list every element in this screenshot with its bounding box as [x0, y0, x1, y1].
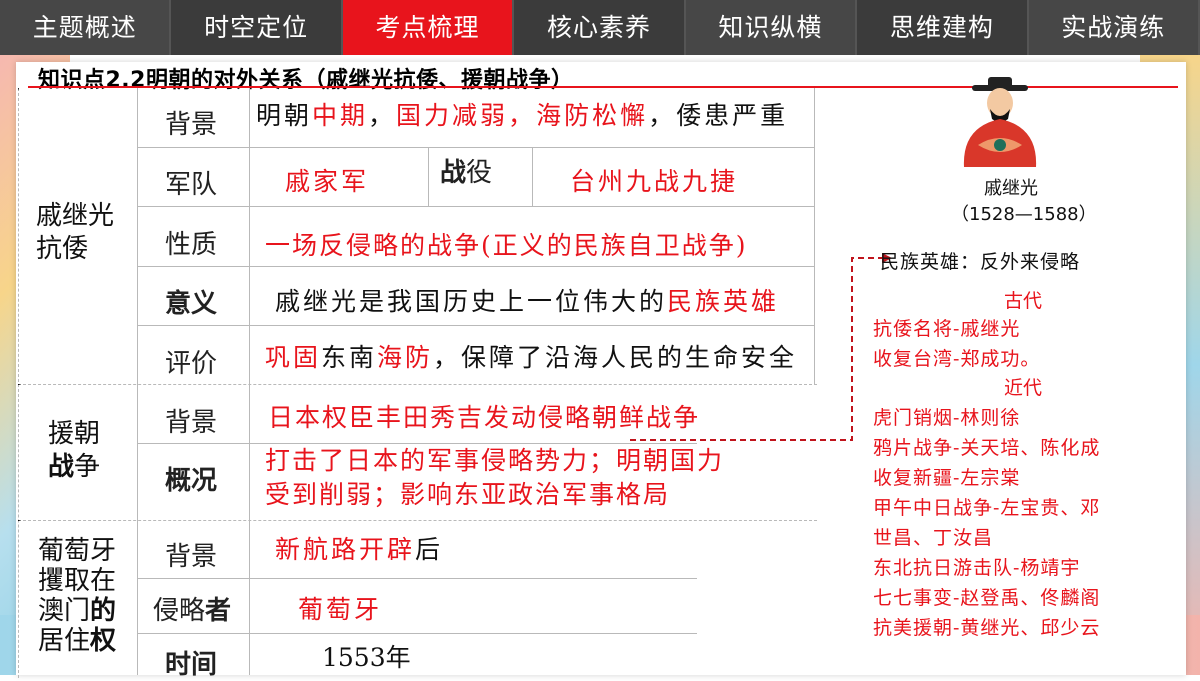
- text-segment: 居住: [38, 626, 91, 656]
- label-evaluation: 评价: [165, 349, 218, 379]
- hero-item: 鸦片战争-关天培、陈化成: [873, 437, 1101, 459]
- table-divider: [137, 88, 138, 675]
- text-segment: 巩固: [265, 343, 322, 372]
- label-nature: 性质: [165, 230, 218, 260]
- text-segment: 者: [205, 596, 232, 626]
- text-segment: 澳门: [38, 596, 91, 626]
- value-army: 戚家军: [285, 167, 370, 196]
- tab-mind-map[interactable]: 思维建构: [857, 0, 1029, 55]
- text-segment: ，倭患严重: [648, 101, 789, 130]
- text-segment: 中期: [312, 101, 369, 130]
- heroes-title: 民族英雄：反外来侵略: [880, 251, 1081, 273]
- connector-arrow: [630, 253, 892, 441]
- text-segment: 侵略: [153, 596, 206, 626]
- group-portugal-macau: 葡萄牙 攫取在 澳门的 居住权: [38, 536, 116, 656]
- era-ancient: 古代: [1004, 290, 1043, 312]
- text-segment: 后: [415, 535, 444, 564]
- label-background-3: 背景: [165, 542, 218, 572]
- table-border: [18, 88, 19, 678]
- group-qi-jiguang: 戚继光抗倭: [36, 201, 115, 264]
- text-segment: 新航路开辟: [275, 535, 416, 564]
- era-modern: 近代: [1004, 377, 1043, 399]
- value-battle: 台州九战九捷: [570, 167, 739, 196]
- hero-item: 收复新疆-左宗棠: [873, 467, 1021, 489]
- hero-item: 甲午中日战争-左宝贵、邓: [873, 497, 1101, 519]
- text-segment: 援朝: [48, 419, 101, 449]
- text-segment: 争: [74, 452, 101, 482]
- value-background-3: 新航路开辟后: [275, 530, 443, 566]
- label-overview: 概况: [165, 466, 218, 496]
- text-segment: 的: [90, 596, 117, 626]
- hero-item: 抗倭名将-戚继光: [873, 318, 1021, 340]
- table-divider: [137, 206, 814, 207]
- text-segment: 战: [48, 452, 75, 482]
- hero-item: 世昌、丁汝昌: [873, 527, 994, 549]
- value-overview: 打击了日本的军事侵略势力；明朝国力 受到削弱；影响东亚政治军事格局: [265, 444, 724, 512]
- text-segment: 攫取在: [38, 566, 117, 596]
- table-divider: [137, 633, 697, 634]
- text-segment: 明朝: [256, 101, 313, 130]
- connector-line: [630, 257, 882, 441]
- text-segment: 海防: [377, 343, 434, 372]
- table-divider: [532, 147, 533, 206]
- tab-knowledge-links[interactable]: 知识纵横: [685, 0, 858, 55]
- label-meaning: 意义: [165, 289, 218, 319]
- text-segment: 权: [90, 626, 117, 656]
- text-segment: 东南: [321, 343, 378, 372]
- table-divider: [428, 147, 429, 206]
- label-invader: 侵略者: [153, 590, 231, 627]
- group-korea-war: 援朝 战争: [48, 418, 100, 484]
- value-time: 1553年: [322, 643, 411, 672]
- text-segment: 受到削弱；影响东亚政治军事格局: [265, 480, 671, 509]
- text-segment: ，: [368, 101, 397, 130]
- label-time: 时间: [165, 650, 218, 680]
- tab-key-points[interactable]: 考点梳理: [342, 0, 515, 55]
- table-divider: [137, 147, 814, 148]
- portrait-name: 戚继光: [984, 178, 1038, 199]
- tab-overview[interactable]: 主题概述: [0, 0, 172, 55]
- tab-timeline[interactable]: 时空定位: [171, 0, 343, 55]
- top-navigation: 主题概述 时空定位 考点梳理 核心素养 知识纵横 思维建构 实战演练: [0, 0, 1200, 55]
- page-title: 知识点2.2明朝的对外关系（戚继光抗倭、援朝战争）: [38, 68, 574, 93]
- tab-core-literacy[interactable]: 核心素养: [514, 0, 686, 55]
- text-segment: 战: [440, 158, 467, 188]
- value-invader: 葡萄牙: [298, 595, 383, 624]
- label-battle: 战役: [440, 152, 492, 189]
- table-divider: [249, 88, 250, 675]
- tab-practice[interactable]: 实战演练: [1028, 0, 1200, 55]
- hero-item: 抗美援朝-黄继光、邱少云: [873, 617, 1101, 639]
- text-segment: 国力减弱，: [396, 101, 537, 130]
- label-background: 背景: [165, 110, 218, 140]
- value-background: 明朝中期，国力减弱，海防松懈，倭患严重: [256, 96, 788, 132]
- text-segment: 役: [466, 158, 493, 188]
- hero-item: 东北抗日游击队-杨靖宇: [873, 557, 1081, 579]
- text-segment: 葡萄牙: [38, 536, 117, 566]
- text-segment: 海防松懈: [536, 101, 649, 130]
- label-army: 军队: [165, 170, 218, 200]
- table-divider: [18, 520, 817, 521]
- portrait-dates: （1528—1588）: [951, 204, 1097, 225]
- hero-item: 七七事变-赵登禹、佟麟阁: [873, 587, 1101, 609]
- hero-item: 虎门销烟-林则徐: [873, 407, 1021, 429]
- label-background-2: 背景: [165, 408, 218, 438]
- hero-item: 收复台湾-郑成功。: [873, 348, 1041, 370]
- portrait-image: [963, 77, 1037, 167]
- table-divider: [137, 578, 697, 579]
